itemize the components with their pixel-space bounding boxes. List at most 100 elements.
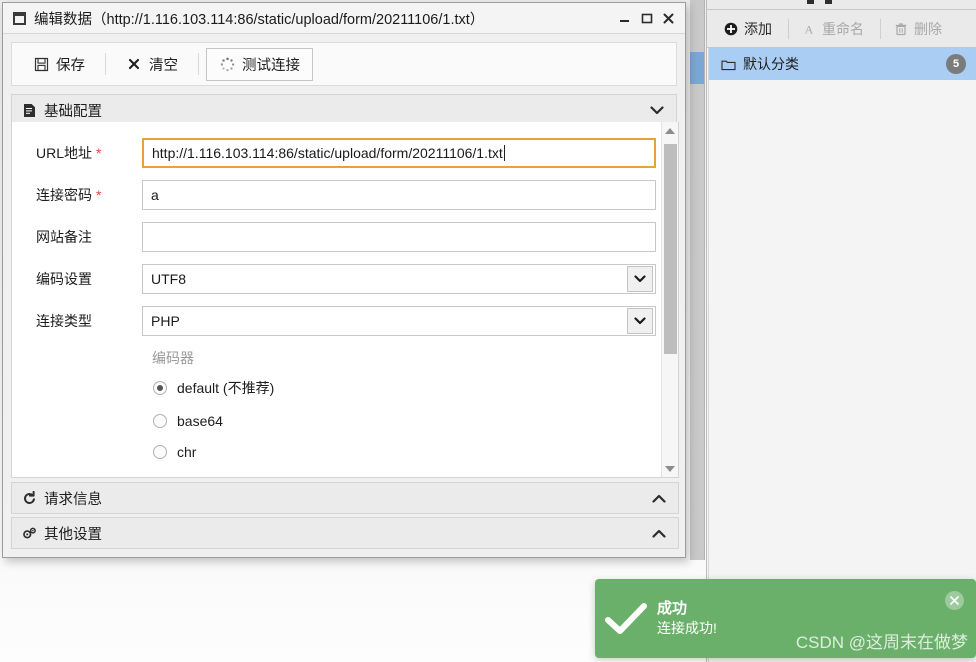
save-label: 保存 — [56, 57, 85, 74]
test-connection-button[interactable]: 测试连接 — [206, 47, 313, 81]
form-vertical-scrollbar[interactable] — [661, 122, 678, 477]
radio-base64-label: base64 — [177, 413, 223, 429]
add-category-button[interactable]: 添加 — [717, 16, 782, 42]
category-toolbar: 添加 A 重命名 删除 — [707, 10, 976, 48]
document-icon — [22, 103, 37, 118]
form-fields-container: URL地址 * http://1.116.103.114:86/static/up… — [12, 122, 660, 477]
field-row-url: URL地址 * http://1.116.103.114:86/static/up… — [12, 138, 660, 168]
plus-circle-icon — [723, 21, 738, 36]
encoder-group-label: 编码器 — [152, 350, 194, 366]
clear-button[interactable]: 清空 — [113, 48, 191, 81]
radio-option-chr[interactable]: chr — [12, 444, 660, 460]
delete-category-button[interactable]: 删除 — [887, 16, 952, 42]
minimize-button[interactable] — [613, 7, 635, 29]
rename-category-button[interactable]: A 重命名 — [795, 16, 874, 42]
toolbar-separator-2 — [880, 18, 881, 39]
toolbar-sep-1 — [105, 53, 106, 75]
dialog-titlebar[interactable]: 编辑数据（http://1.116.103.114:86/static/uplo… — [3, 3, 685, 34]
required-marker-2: * — [96, 187, 102, 203]
panel-nub-left — [807, 0, 814, 4]
basic-config-body: URL地址 * http://1.116.103.114:86/static/up… — [11, 122, 679, 478]
svg-text:A: A — [804, 22, 813, 36]
conn-type-select-value: PHP — [151, 313, 180, 329]
panel-nub-right — [825, 0, 832, 4]
folder-icon — [721, 57, 736, 72]
x-mark-icon — [126, 56, 142, 72]
url-input-value: http://1.116.103.114:86/static/upload/fo… — [152, 145, 503, 161]
radio-default-icon — [153, 381, 167, 395]
label-remark: 网站备注 — [36, 229, 92, 245]
required-marker: * — [96, 145, 102, 161]
toast-close-button[interactable] — [945, 591, 964, 610]
password-input-value: a — [151, 187, 159, 203]
dialog-title: 编辑数据（http://1.116.103.114:86/static/uplo… — [34, 11, 485, 28]
label-encoding: 编码设置 — [36, 271, 92, 287]
field-row-conn-type: 连接类型 PHP — [12, 306, 660, 336]
conn-type-select-arrow[interactable] — [627, 308, 653, 334]
radio-dot — [157, 385, 163, 391]
maximize-button[interactable] — [635, 7, 657, 29]
category-item-label: 默认分类 — [743, 56, 799, 72]
scroll-down-button[interactable] — [662, 460, 678, 477]
delete-category-label: 删除 — [914, 20, 942, 37]
section-header-request[interactable]: 请求信息 — [11, 482, 679, 514]
letter-a-icon: A — [801, 21, 816, 36]
save-button[interactable]: 保存 — [20, 48, 98, 81]
window-icon — [13, 11, 26, 25]
section-title-basic: 基础配置 — [44, 103, 102, 120]
background-window-strip — [690, 0, 705, 560]
radio-option-base64[interactable]: base64 — [12, 413, 660, 429]
radio-chr-icon — [153, 445, 167, 459]
close-button[interactable] — [657, 7, 679, 29]
scroll-up-button[interactable] — [662, 122, 678, 139]
spinner-icon — [219, 56, 235, 72]
radio-chr-label: chr — [177, 444, 197, 460]
password-input[interactable]: a — [142, 180, 656, 210]
clear-label: 清空 — [149, 57, 178, 74]
floppy-disk-icon — [33, 56, 49, 72]
chevron-up-icon-2[interactable] — [652, 527, 666, 540]
checkmark-icon — [595, 602, 657, 636]
text-caret — [503, 145, 505, 161]
section-title-request: 请求信息 — [44, 491, 102, 508]
field-row-password: 连接密码 * a — [12, 180, 660, 210]
encoding-select[interactable]: UTF8 — [142, 264, 656, 294]
trash-icon — [893, 21, 908, 36]
gears-icon — [22, 526, 37, 541]
background-window-selected-row — [690, 52, 704, 84]
category-count-badge: 5 — [946, 54, 966, 74]
conn-type-select[interactable]: PHP — [142, 306, 656, 336]
section-title-other: 其他设置 — [44, 526, 102, 543]
label-url: URL地址 * — [36, 145, 102, 161]
chevron-up-icon[interactable] — [652, 492, 666, 505]
field-row-encoding: 编码设置 UTF8 — [12, 264, 660, 294]
radio-option-default[interactable]: default (不推荐) — [12, 378, 660, 398]
success-toast: 成功 连接成功! CSDN @这周末在做梦 — [595, 579, 976, 658]
radio-default-label: default (不推荐) — [177, 380, 275, 396]
add-category-label: 添加 — [744, 20, 772, 37]
rename-category-label: 重命名 — [822, 20, 864, 37]
toast-title: 成功 — [657, 600, 688, 618]
field-row-remark: 网站备注 — [12, 222, 660, 252]
edit-data-dialog: 编辑数据（http://1.116.103.114:86/static/uplo… — [2, 2, 686, 558]
toolbar-sep-2 — [198, 53, 199, 75]
category-panel: 添加 A 重命名 删除 默认分类 5 — [706, 0, 976, 662]
scrollbar-thumb[interactable] — [664, 144, 677, 354]
remark-input[interactable] — [142, 222, 656, 252]
test-connection-label: 测试连接 — [242, 57, 300, 74]
chevron-down-icon[interactable] — [650, 104, 664, 117]
category-item-default[interactable]: 默认分类 5 — [709, 48, 976, 80]
csdn-watermark: CSDN @这周末在做梦 — [795, 633, 968, 652]
radio-base64-icon — [153, 414, 167, 428]
category-list: 默认分类 5 — [708, 48, 976, 662]
encoding-select-arrow[interactable] — [627, 266, 653, 292]
dialog-toolbar: 保存 清空 测试连接 — [11, 42, 677, 86]
panel-top-sliver — [707, 0, 976, 10]
refresh-icon — [22, 490, 37, 506]
encoding-select-value: UTF8 — [151, 271, 186, 287]
toolbar-separator — [788, 18, 789, 39]
label-password: 连接密码 * — [36, 187, 102, 203]
label-conn-type: 连接类型 — [36, 313, 92, 329]
url-input[interactable]: http://1.116.103.114:86/static/upload/fo… — [142, 138, 656, 168]
section-header-other[interactable]: 其他设置 — [11, 517, 679, 549]
